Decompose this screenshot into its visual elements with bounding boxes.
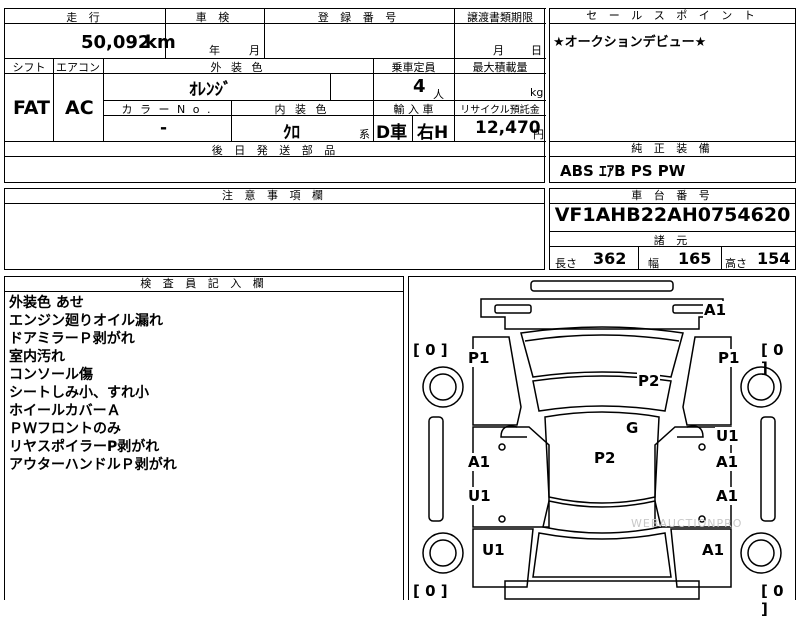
inspector-note: ＰＷフロントのみ [9,421,121,437]
damage-mark: P1 [717,349,741,367]
recycle-value: 12,470 [475,118,541,138]
damage-mark: G [625,419,640,437]
interior-color-value: ｸﾛ [283,123,300,143]
spec-length-value: 362 [593,249,627,268]
interior-color-label: 内 装 色 [274,103,330,116]
later-parts-label: 後 日 発 送 部 品 [211,144,340,157]
inspection-label: 車 検 [195,11,234,24]
damage-mark: U1 [467,487,492,505]
damage-mark: U1 [481,541,506,559]
recycle-label: リサイクル預託金 [460,105,540,116]
inspector-note: アウターハンドルＰ剥がれ [9,457,177,473]
spec-height-value: 154 [757,249,791,268]
import-label: 輸 入 車 [393,103,434,116]
equipment-value: ABS ｴｱB PS PW [560,162,686,180]
max-load-label: 最大積載量 [472,61,528,74]
shift-value: FAT [13,97,50,119]
tire-tread-front-right: [ 0 ] [761,341,784,377]
transfer-deadline-label: 譲渡書類期限 [467,11,533,24]
capacity-label: 乗車定員 [391,61,436,74]
damage-mark: P2 [637,372,661,390]
capacity-value: 4 [413,76,426,97]
inspection-month-unit: 月 [249,44,260,57]
damage-mark: U1 [715,427,740,445]
damage-diagram: [ 0 ] [ 0 ] [ 0 ] [ 0 ] A1 P1 P1 P2 G U1… [408,276,796,618]
interior-color-suffix: 系 [359,128,370,141]
chassis-label: 車 台 番 号 [550,189,795,204]
exterior-color-value: ｵﾚﾝｼﾞ [189,80,232,100]
inspector-note: エンジン廻りオイル漏れ [9,313,163,329]
inspector-note: コンソール傷 [9,367,93,383]
aircon-label: エアコン [56,61,100,74]
spec-height-label: 高さ [725,257,747,270]
damage-mark: P2 [593,449,617,467]
inspector-note: 室内汚れ [9,349,65,365]
equipment-label: 純 正 装 備 [550,142,795,157]
chassis-value: VF1AHB22AH0754620 [554,204,791,226]
damage-mark: P1 [467,349,491,367]
inspection-year-unit: 年 [209,44,220,57]
max-load-unit: kg [530,86,544,99]
color-no-value: - [160,118,168,138]
inspector-label: 検 査 員 記 入 欄 [5,277,403,292]
import-steering-value: 右H [417,123,449,143]
damage-mark: A1 [715,453,740,471]
caution-label: 注 意 事 項 欄 [5,189,544,204]
chassis-box: 車 台 番 号 VF1AHB22AH0754620 諸 元 長さ 362 幅 1… [549,188,796,270]
mileage-value: 50,092 [81,32,151,53]
selling-point-label: セ ー ル ス ポ イ ン ト [550,9,795,24]
spec-width-value: 165 [678,249,712,268]
shift-label: シフト [12,61,46,74]
inspector-note: ホイールカバーＡ [9,403,121,419]
inspector-notes: 外装色 あせ エンジン廻りオイル漏れ ドアミラーＰ剥がれ 室内汚れ コンソール傷… [9,294,177,474]
transfer-month-unit: 月 [493,44,504,57]
exterior-color-label: 外 装 色 [210,61,266,74]
damage-mark: A1 [715,487,740,505]
mileage-label: 走 行 [66,11,104,24]
spec-width-label: 幅 [648,257,659,270]
caution-box: 注 意 事 項 欄 [4,188,545,270]
inspector-note: 外装色 あせ [9,295,84,311]
inspector-note: シートしみ小、すれ小 [9,385,149,401]
damage-mark: A1 [701,541,726,559]
mileage-unit: km [145,32,176,53]
inspector-note: ドアミラーＰ剥がれ [9,331,135,347]
selling-point-value: ★オークションデビュー★ [553,35,707,50]
color-no-label: カ ラ ー N o . [121,103,213,116]
aircon-value: AC [65,97,94,119]
equipment-box: 純 正 装 備 ABS ｴｱB PS PW [549,141,796,183]
registration-label: 登 録 番 号 [317,11,401,24]
import-dealer-value: D車 [376,123,408,143]
selling-point-box: セ ー ル ス ポ イ ン ト ★オークションデビュー★ [549,8,796,142]
tire-tread-front-left: [ 0 ] [413,341,448,359]
recycle-unit: 円 [533,128,544,141]
transfer-day-unit: 日 [531,44,542,57]
inspector-box: 検 査 員 記 入 欄 外装色 あせ エンジン廻りオイル漏れ ドアミラーＰ剥がれ… [4,276,404,600]
vehicle-info-table: 走 行 車 検 登 録 番 号 譲渡書類期限 50,092 km 年 月 月 日… [4,8,546,183]
inspector-note: リヤスポイラーP剥がれ [9,439,160,455]
spec-length-label: 長さ [555,257,577,270]
damage-mark: A1 [467,453,492,471]
tire-tread-rear-right: [ 0 ] [761,582,784,618]
tire-tread-rear-left: [ 0 ] [413,582,448,600]
watermark: WEBAUCTIONPRO [631,517,743,530]
damage-mark: A1 [703,301,728,319]
